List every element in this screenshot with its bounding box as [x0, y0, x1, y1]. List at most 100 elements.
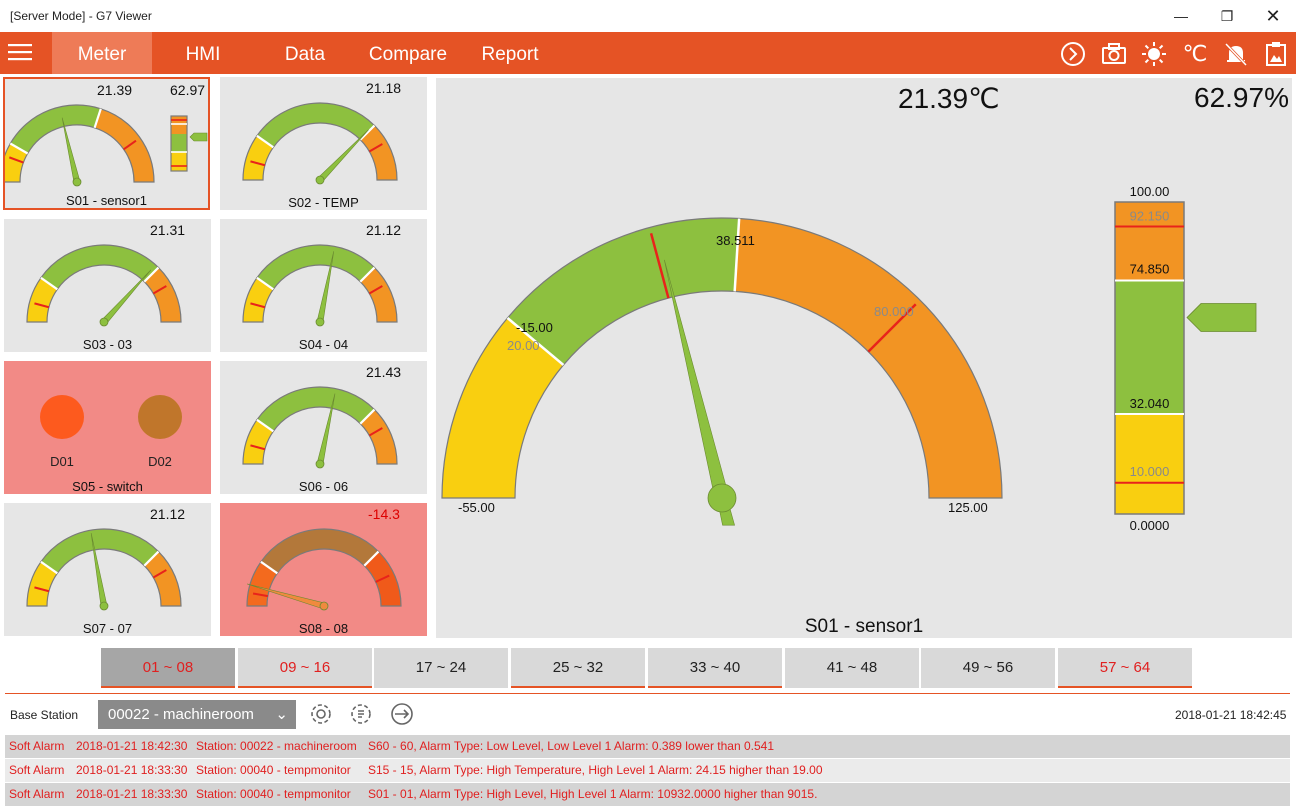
- alarm-row[interactable]: Soft Alarm 2018-01-21 18:33:30 Station: …: [5, 783, 1290, 806]
- gauge-segment: [256, 386, 376, 433]
- alarm-time: 2018-01-21 18:42:30: [76, 739, 188, 753]
- gauge-low2-label: -15.00: [516, 320, 553, 335]
- tab-report[interactable]: Report: [474, 32, 546, 74]
- tab-compare[interactable]: Compare: [362, 32, 454, 74]
- tile-s02[interactable]: 21.18 S02 - TEMP: [220, 77, 427, 210]
- advanced-settings-icon[interactable]: [349, 702, 373, 731]
- gauge-s06: [242, 386, 398, 469]
- bar-pointer: [1186, 303, 1257, 332]
- base-station-value: 00022 - machineroom: [108, 706, 254, 723]
- tile-value: 21.12: [366, 222, 402, 238]
- bar-h2-label: 92.150: [1130, 208, 1170, 223]
- gauge-segment: [40, 244, 160, 291]
- indicator-d01-label: D01: [50, 454, 74, 469]
- chevron-down-icon: ⌄: [275, 706, 288, 723]
- brightness-icon[interactable]: [1140, 40, 1168, 68]
- bar-pointer: [189, 132, 208, 142]
- alarm-message: S15 - 15, Alarm Type: High Temperature, …: [368, 763, 823, 777]
- page-tab-33-40[interactable]: 33 ~ 40: [648, 648, 782, 688]
- tile-s07[interactable]: 21.12 S07 - 07: [4, 503, 211, 636]
- page-tab-25-32[interactable]: 25 ~ 32: [511, 648, 645, 688]
- gauge-needle: [317, 129, 369, 183]
- tile-value: 21.39: [97, 82, 133, 98]
- gauge-segment: [40, 528, 160, 575]
- page-tab-49-56[interactable]: 49 ~ 56: [921, 648, 1055, 688]
- base-station-select[interactable]: 00022 - machineroom ⌄: [98, 700, 296, 729]
- gauge-needle-hub: [315, 175, 325, 185]
- restore-button[interactable]: ❐: [1204, 0, 1250, 32]
- tile-s01[interactable]: 21.39 62.97 S01 - sensor1: [3, 77, 210, 210]
- page-tab-57-64[interactable]: 57 ~ 64: [1058, 648, 1192, 688]
- tile-s06[interactable]: 21.43 S06 - 06: [220, 361, 427, 494]
- tile-s05[interactable]: D01 D02 S05 - switch: [4, 361, 211, 494]
- tile-s04[interactable]: 21.12 S04 - 04: [220, 219, 427, 352]
- gauge-s04: [242, 244, 398, 327]
- clipboard-icon[interactable]: [1262, 40, 1290, 68]
- gauge-min-label: -55.00: [458, 500, 495, 515]
- gauge-segment: [260, 528, 380, 575]
- gauge-s08: [246, 528, 402, 611]
- title-bar: [Server Mode] - G7 Viewer — ❐ ✕: [0, 0, 1296, 32]
- indicator-d02-label: D02: [148, 454, 172, 469]
- indicator-d02: [138, 395, 182, 439]
- gauge-needle-hub: [707, 483, 737, 513]
- alarm-station: Station: 00040 - tempmonitor: [196, 787, 351, 801]
- gauge-needle-hub: [319, 601, 329, 611]
- window-title: [Server Mode] - G7 Viewer: [10, 9, 152, 23]
- alarm-time: 2018-01-21 18:33:30: [76, 763, 188, 777]
- divider: [5, 693, 1290, 694]
- alarm-station: Station: 00040 - tempmonitor: [196, 763, 351, 777]
- page-tab-17-24[interactable]: 17 ~ 24: [374, 648, 508, 688]
- page-tab-09-16[interactable]: 09 ~ 16: [238, 648, 372, 688]
- tab-data[interactable]: Data: [270, 32, 340, 74]
- bar-normal-band: [1115, 280, 1184, 415]
- tile-label: S08 - 08: [298, 621, 349, 636]
- forward-circle-icon[interactable]: [1059, 40, 1087, 68]
- gauge-high2-label: 80.000: [874, 304, 914, 319]
- main-meter-panel: 21.39℃ 62.97% -55.00 125.00 -15.00 20.00 38.…: [436, 78, 1292, 638]
- bar-segment: [171, 152, 187, 171]
- tile-value: 21.43: [366, 364, 402, 380]
- tile-s08[interactable]: -14.3 S08 - 08: [220, 503, 427, 636]
- close-button[interactable]: ✕: [1250, 0, 1296, 32]
- alarm-off-icon[interactable]: [1222, 40, 1250, 68]
- gauge-needle-hub: [99, 317, 109, 327]
- gauge-segment: [9, 104, 102, 155]
- main-gauge: -55.00 125.00 -15.00 20.00 38.511 80.000 100.0…: [441, 184, 1257, 533]
- page-tab-41-48[interactable]: 41 ~ 48: [785, 648, 919, 688]
- gauge-segment: [93, 108, 155, 183]
- tile-label: S06 - 06: [298, 479, 349, 494]
- connect-icon[interactable]: [390, 702, 414, 731]
- bar-max-label: 100.00: [1130, 184, 1170, 199]
- gauge-needle-hub: [72, 177, 82, 187]
- alarm-time: 2018-01-21 18:33:30: [76, 787, 188, 801]
- gauge-high1-label: 38.511: [716, 233, 755, 248]
- indicator-d01: [40, 395, 84, 439]
- alarm-message: S01 - 01, Alarm Type: High Level, High L…: [368, 787, 818, 801]
- tab-hmi[interactable]: HMI: [168, 32, 238, 74]
- menu-icon[interactable]: [6, 38, 34, 66]
- gauge-s02: [242, 102, 398, 185]
- alarm-row[interactable]: Soft Alarm 2018-01-21 18:33:30 Station: …: [5, 759, 1290, 782]
- alarm-row[interactable]: Soft Alarm 2018-01-21 18:42:30 Station: …: [5, 735, 1290, 758]
- tile-label: S05 - switch: [72, 479, 143, 494]
- tile-s03[interactable]: 21.31 S03 - 03: [4, 219, 211, 352]
- tile-value-humidity: 62.97: [170, 82, 206, 98]
- celsius-icon[interactable]: ℃: [1181, 40, 1209, 68]
- gauge-normal-band: [506, 217, 740, 366]
- camera-icon[interactable]: [1100, 40, 1128, 68]
- base-station-label: Base Station: [10, 708, 79, 722]
- alarm-type: Soft Alarm: [9, 763, 65, 777]
- gauge-s07: [26, 528, 182, 611]
- tile-label: S03 - 03: [82, 337, 133, 352]
- tile-value: 21.12: [150, 506, 186, 522]
- tab-meter[interactable]: Meter: [52, 32, 152, 74]
- gauge-needle: [664, 259, 730, 501]
- minimize-button[interactable]: —: [1158, 0, 1204, 32]
- page-tab-01-08[interactable]: 01 ~ 08: [101, 648, 235, 688]
- gauge-needle-hub: [315, 459, 325, 469]
- tile-label: S04 - 04: [298, 337, 349, 352]
- tile-label: S07 - 07: [82, 621, 133, 636]
- settings-icon[interactable]: [309, 702, 333, 731]
- tile-value: 21.18: [366, 80, 402, 96]
